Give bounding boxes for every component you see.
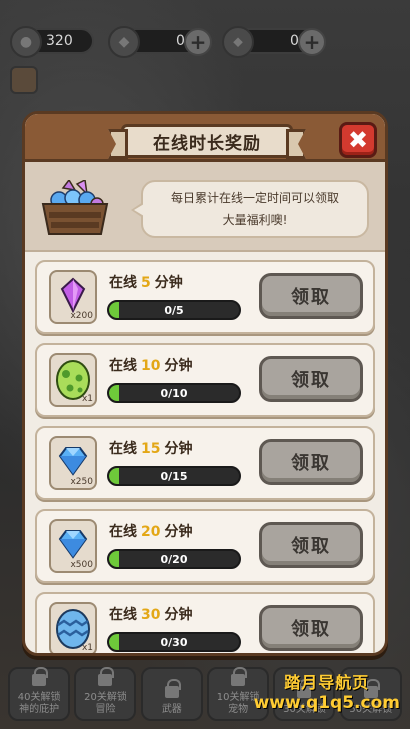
reward-row: x1 在线 10 分钟 0/10 领取 bbox=[35, 343, 375, 417]
info-bubble: 每日累计在线一定时间可以领取 大量福利噢! bbox=[131, 180, 369, 238]
claim-button[interactable]: 领取 bbox=[259, 356, 363, 402]
reward-item-slot: x250 bbox=[49, 436, 97, 490]
progress-bar: 0/5 bbox=[107, 300, 241, 320]
reward-quantity: x200 bbox=[70, 311, 93, 321]
progress-text: 0/10 bbox=[160, 386, 188, 400]
crystal-counter: ⬥ 0 + bbox=[222, 26, 326, 58]
reward-row: x1 在线 30 分钟 0/30 领取 bbox=[35, 592, 375, 653]
progress-bar: 0/10 bbox=[107, 383, 241, 403]
reward-title-suffix: 分钟 bbox=[164, 524, 193, 540]
watermark-line2: www.q1q5.com bbox=[253, 693, 400, 713]
lock-icon bbox=[164, 679, 181, 698]
avatar[interactable] bbox=[10, 66, 38, 94]
reward-title: 在线 5 分钟 bbox=[109, 272, 183, 292]
reward-row: x250 在线 15 分钟 0/15 领取 bbox=[35, 426, 375, 500]
diamond-icon bbox=[56, 529, 90, 563]
reward-quantity: x500 bbox=[70, 560, 93, 570]
reward-title-prefix: 在线 bbox=[109, 275, 137, 291]
claim-button[interactable]: 领取 bbox=[259, 522, 363, 568]
reward-title-prefix: 在线 bbox=[109, 358, 137, 374]
claim-button[interactable]: 领取 bbox=[259, 605, 363, 651]
reward-item-slot: x1 bbox=[49, 602, 97, 653]
claim-button[interactable]: 领取 bbox=[259, 439, 363, 485]
coin-icon: ● bbox=[10, 26, 42, 58]
online-reward-panel: 在线时长奖励 ✖ 每日累计在线一定时间可以领取 大量福利噢! x200 在线 5 分… bbox=[22, 111, 388, 656]
progress-text: 0/20 bbox=[160, 552, 188, 566]
reward-minutes: 30 bbox=[141, 607, 161, 623]
bottom-nav-item[interactable]: 20关解锁 冒险 bbox=[74, 667, 137, 721]
crystal-icon: ⬥ bbox=[222, 26, 254, 58]
reward-title: 在线 15 分钟 bbox=[109, 438, 192, 458]
reward-title-suffix: 分钟 bbox=[154, 275, 183, 291]
reward-row: x200 在线 5 分钟 0/5 领取 bbox=[35, 260, 375, 334]
lock-icon bbox=[98, 667, 115, 686]
bottom-nav-label: 20关解锁 冒险 bbox=[84, 692, 127, 715]
watermark: 踏月导航页 www.q1q5.com bbox=[254, 669, 400, 713]
reward-title-prefix: 在线 bbox=[109, 607, 137, 623]
reward-title: 在线 20 分钟 bbox=[109, 521, 192, 541]
lock-icon bbox=[231, 667, 248, 686]
resource-bar: ● 320 ◆ 0 + ⬥ 0 + bbox=[10, 26, 400, 58]
bottom-nav-label: 40关解锁 神的庇护 bbox=[17, 692, 61, 715]
reward-title: 在线 30 分钟 bbox=[109, 604, 192, 624]
reward-title-prefix: 在线 bbox=[109, 441, 137, 457]
reward-item-slot: x1 bbox=[49, 353, 97, 407]
add-crystal-button[interactable]: + bbox=[298, 28, 326, 56]
bottom-nav-label: 武器 bbox=[161, 704, 182, 715]
bubble-line2: 大量福利噢! bbox=[222, 213, 288, 227]
diamond-icon bbox=[56, 446, 90, 480]
lock-icon bbox=[32, 667, 49, 686]
close-button[interactable]: ✖ bbox=[339, 122, 377, 158]
progress-bar: 0/30 bbox=[107, 632, 241, 652]
reward-title-suffix: 分钟 bbox=[164, 441, 193, 457]
diamond-icon: ◆ bbox=[108, 26, 140, 58]
reward-quantity: x1 bbox=[81, 394, 93, 404]
watermark-line1: 踏月导航页 bbox=[284, 673, 370, 692]
reward-quantity: x1 bbox=[81, 643, 93, 653]
reward-item-slot: x500 bbox=[49, 519, 97, 573]
treasure-chest-icon bbox=[41, 180, 109, 235]
reward-title-prefix: 在线 bbox=[109, 524, 137, 540]
claim-button[interactable]: 领取 bbox=[259, 273, 363, 319]
reward-minutes: 5 bbox=[141, 275, 151, 291]
reward-title-suffix: 分钟 bbox=[164, 607, 193, 623]
reward-quantity: x250 bbox=[70, 477, 93, 487]
progress-bar: 0/15 bbox=[107, 466, 241, 486]
diamond-counter: ◆ 0 + bbox=[108, 26, 212, 58]
progress-text: 0/30 bbox=[160, 635, 188, 649]
bubble-line1: 每日累计在线一定时间可以领取 bbox=[170, 191, 339, 205]
reward-minutes: 20 bbox=[141, 524, 161, 540]
coin-counter: ● 320 bbox=[10, 26, 94, 58]
reward-minutes: 10 bbox=[141, 358, 161, 374]
panel-header: 在线时长奖励 ✖ bbox=[25, 114, 385, 162]
add-diamond-button[interactable]: + bbox=[184, 28, 212, 56]
bottom-nav-item[interactable]: 武器 bbox=[140, 667, 203, 721]
progress-text: 0/5 bbox=[164, 303, 184, 317]
bottom-nav-item[interactable]: 40关解锁 神的庇护 bbox=[8, 667, 71, 721]
reward-list: x200 在线 5 分钟 0/5 领取 x1 在线 10 分钟 0/10 领取 x250… bbox=[25, 256, 385, 653]
reward-minutes: 15 bbox=[141, 441, 161, 457]
coin-value: 320 bbox=[46, 33, 73, 49]
reward-title: 在线 10 分钟 bbox=[109, 355, 192, 375]
progress-bar: 0/20 bbox=[107, 549, 241, 569]
reward-row: x500 在线 20 分钟 0/20 领取 bbox=[35, 509, 375, 583]
progress-text: 0/15 bbox=[160, 469, 188, 483]
panel-title: 在线时长奖励 bbox=[121, 124, 293, 158]
info-section: 每日累计在线一定时间可以领取 大量福利噢! bbox=[25, 162, 385, 252]
reward-item-slot: x200 bbox=[49, 270, 97, 324]
reward-title-suffix: 分钟 bbox=[164, 358, 193, 374]
